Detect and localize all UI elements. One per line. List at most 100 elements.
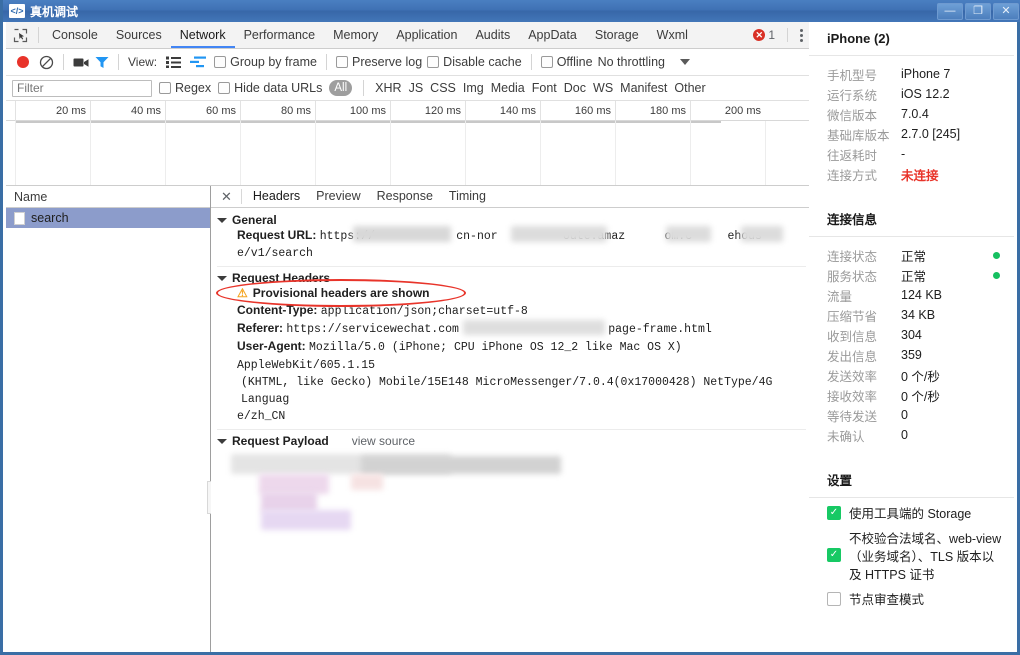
user-agent-line3: e/zh_CN (237, 410, 286, 423)
regex-option[interactable]: Regex (159, 81, 211, 95)
setting-skip-domain-check[interactable]: ✓ 不校验合法域名、web-view（业务域名）、TLS 版本以及 HTTPS … (809, 523, 1014, 584)
request-row-search[interactable]: search (6, 208, 210, 228)
tab-appdata[interactable]: AppData (519, 22, 586, 48)
hide-data-urls-checkbox[interactable] (218, 82, 231, 94)
connection-info-header: 连接信息 (809, 196, 1014, 237)
redaction-blur (666, 226, 711, 242)
group-by-frame-checkbox[interactable] (214, 56, 227, 68)
device-info-row: 运行系统 iOS 12.2 (809, 84, 1014, 104)
offline-option[interactable]: Offline (540, 55, 593, 69)
filter-type-other[interactable]: Other (674, 81, 705, 95)
filter-type-media[interactable]: Media (491, 81, 525, 95)
checkbox-checked-icon[interactable]: ✓ (827, 548, 841, 562)
setting-use-tool-storage[interactable]: ✓ 使用工具端的 Storage (809, 498, 1014, 523)
disable-cache-label: Disable cache (443, 55, 522, 69)
preserve-log-label: Preserve log (351, 55, 423, 69)
error-icon: ✕ (753, 29, 766, 41)
maximize-button[interactable]: ❐ (965, 2, 991, 20)
connection-info-list: 连接状态 正常 服务状态 正常 流量 124 KB 压缩节省 34 KB 收到信… (809, 237, 1014, 445)
tick-100ms: 100 ms (315, 101, 390, 121)
preserve-log-checkbox[interactable] (335, 56, 348, 68)
tab-performance[interactable]: Performance (235, 22, 325, 48)
tick-160ms: 160 ms (540, 101, 615, 121)
close-button[interactable]: ✕ (993, 2, 1019, 20)
chevron-down-icon (217, 438, 227, 444)
request-url-row: Request URL: https:// cn-nor oute.amaz o… (211, 226, 814, 245)
kebab-menu-icon[interactable] (794, 28, 808, 42)
settings-header: 设置 (809, 457, 1014, 498)
connection-info-row: 服务状态 正常 (809, 265, 1014, 285)
traffic-value: 124 KB (901, 288, 943, 302)
list-view-icon[interactable] (164, 56, 183, 68)
device-info-row: 连接方式 未连接 (809, 164, 1014, 184)
request-headers-section-header[interactable]: Request Headers (211, 271, 814, 285)
device-info-list: 手机型号 iPhone 7 运行系统 iOS 12.2 微信版本 7.0.4 基… (809, 56, 1014, 184)
camera-icon[interactable] (73, 56, 90, 69)
connection-status-label: 连接状态 (827, 249, 878, 264)
filter-type-font[interactable]: Font (532, 81, 557, 95)
filter-type-manifest[interactable]: Manifest (620, 81, 667, 95)
hide-data-urls-option[interactable]: Hide data URLs (218, 81, 322, 95)
filter-type-js[interactable]: JS (409, 81, 424, 95)
offline-checkbox[interactable] (540, 56, 553, 68)
filter-type-xhr[interactable]: XHR (375, 81, 401, 95)
record-button-icon[interactable] (17, 56, 29, 68)
regex-checkbox[interactable] (159, 82, 171, 94)
throttling-select[interactable]: No throttling (598, 55, 665, 69)
tab-headers[interactable]: Headers (245, 186, 308, 207)
network-overview[interactable]: 20 ms 40 ms 60 ms 80 ms 100 ms 120 ms 14… (6, 101, 814, 186)
error-badge[interactable]: ✕ 1 (753, 28, 775, 42)
referer-tail: page-frame.html (608, 323, 712, 336)
tab-console[interactable]: Console (43, 22, 107, 48)
disable-cache-option[interactable]: Disable cache (427, 55, 522, 69)
clear-icon[interactable] (39, 55, 54, 70)
tab-audits[interactable]: Audits (466, 22, 519, 48)
tab-timing[interactable]: Timing (441, 186, 494, 207)
checkbox-unchecked-icon[interactable]: ✓ (827, 592, 841, 606)
filter-type-img[interactable]: Img (463, 81, 484, 95)
tab-preview[interactable]: Preview (308, 186, 368, 207)
checkbox-checked-icon[interactable]: ✓ (827, 506, 841, 520)
setting-label: 节点审查模式 (849, 593, 925, 607)
inspect-element-icon[interactable] (6, 22, 34, 48)
general-section-header[interactable]: General (211, 213, 814, 227)
redaction-blur (261, 510, 351, 530)
tab-response[interactable]: Response (369, 186, 441, 207)
divider (118, 54, 119, 70)
close-icon[interactable]: ✕ (215, 189, 238, 205)
status-dot-icon (993, 271, 1000, 279)
devtools-tab-bar: Console Sources Network Performance Memo… (6, 22, 814, 49)
filter-type-all[interactable]: All (329, 80, 353, 96)
chevron-down-icon[interactable] (680, 59, 690, 65)
regex-label: Regex (175, 81, 212, 95)
base-library-label: 基础库版本 (827, 128, 890, 143)
filter-input[interactable] (12, 79, 152, 97)
request-url-key: Request URL: (237, 228, 317, 242)
disable-cache-checkbox[interactable] (427, 56, 440, 68)
tab-storage[interactable]: Storage (586, 22, 648, 48)
tab-memory[interactable]: Memory (324, 22, 387, 48)
column-header-name[interactable]: Name (6, 186, 210, 208)
connection-info-row: 接收效率 0 个/秒 (809, 385, 1014, 405)
tick-40ms: 40 ms (90, 101, 165, 121)
setting-node-inspect-mode[interactable]: ✓ 节点审查模式 (809, 584, 1014, 609)
request-payload-title: Request Payload (232, 434, 329, 448)
request-payload-section-header[interactable]: Request Payload view source (211, 434, 814, 448)
minimize-button[interactable]: — (937, 2, 963, 20)
filter-type-doc[interactable]: Doc (564, 81, 586, 95)
tab-sources[interactable]: Sources (107, 22, 171, 48)
preserve-log-option[interactable]: Preserve log (335, 55, 423, 69)
group-by-frame-option[interactable]: Group by frame (214, 55, 317, 69)
filter-type-css[interactable]: CSS (430, 81, 456, 95)
timeline-view-icon[interactable] (188, 56, 209, 68)
filter-funnel-icon[interactable] (95, 56, 109, 69)
filter-type-ws[interactable]: WS (593, 81, 613, 95)
content-type-key: Content-Type: (237, 303, 318, 317)
divider (217, 266, 806, 267)
general-title: General (232, 213, 277, 227)
tab-network[interactable]: Network (171, 22, 235, 48)
view-source-link[interactable]: view source (352, 434, 415, 448)
request-name: search (31, 211, 69, 225)
tab-wxml[interactable]: Wxml (648, 22, 697, 48)
tab-application[interactable]: Application (387, 22, 466, 48)
